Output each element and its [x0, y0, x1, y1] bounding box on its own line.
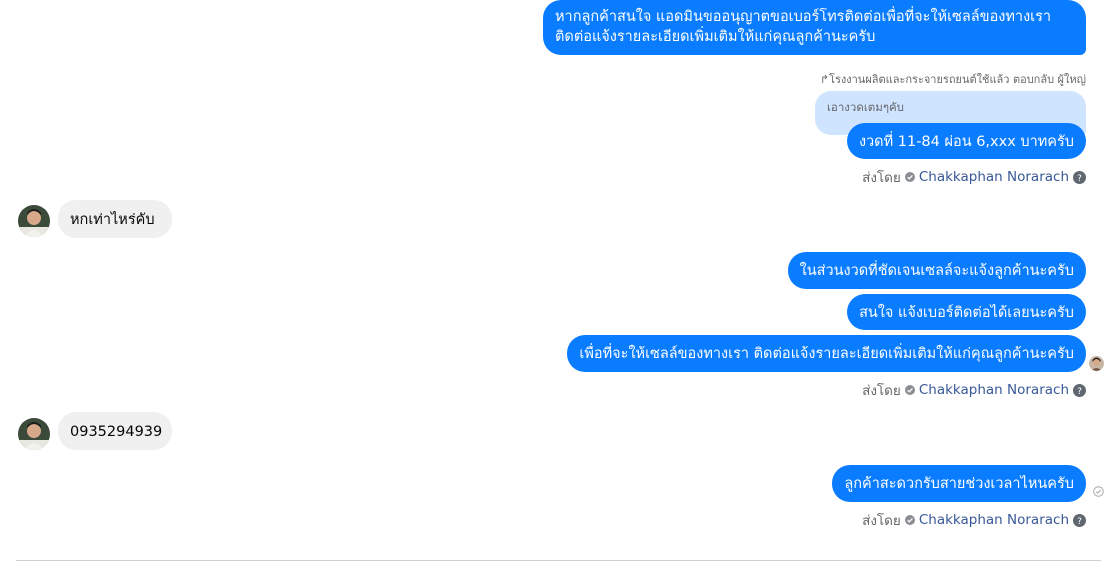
sent-by-prefix: ส่งโดย [862, 513, 901, 529]
message-bubble-incoming[interactable]: หกเท่าไหร่คับ [58, 200, 172, 238]
message-bubble-outgoing[interactable]: สนใจ แจ้งเบอร์ติดต่อได้เลยนะครับ [847, 294, 1086, 330]
svg-text:?: ? [1077, 387, 1082, 397]
reply-context-note: ↱โรงงานผลิตและกระจายรถยนต์ใช้แล้ว ตอบกลั… [820, 70, 1086, 88]
message-bubble-outgoing[interactable]: ลูกค้าสะดวกรับสายช่วงเวลาไหนครับ [832, 465, 1086, 502]
verified-check-icon [904, 172, 915, 182]
message-bubble-incoming[interactable]: 0935294939 [58, 412, 172, 450]
message-bubble-outgoing[interactable]: เพื่อที่จะให้เซลล์ของทางเรา ติดต่อแจ้งรา… [567, 335, 1086, 372]
message-text: งวดที่ 11-84 ผ่อน 6,xxx บาทครับ [858, 134, 1074, 150]
verified-check-icon [904, 385, 915, 395]
sent-by-label: ส่งโดย Chakkaphan Norarach ? [862, 166, 1086, 188]
reply-arrow-icon: ↱ [819, 73, 830, 86]
quoted-message-text: เอางวดเตมๆคับ [827, 100, 904, 114]
message-text: 0935294939 [70, 424, 163, 440]
contact-avatar[interactable] [18, 418, 50, 450]
read-receipt-icon [1093, 486, 1104, 497]
message-text: เพื่อที่จะให้เซลล์ของทางเรา ติดต่อแจ้งรา… [579, 346, 1074, 362]
message-text: หกเท่าไหร่คับ [70, 212, 155, 228]
svg-text:?: ? [1077, 517, 1082, 527]
message-text: สนใจ แจ้งเบอร์ติดต่อได้เลยนะครับ [859, 305, 1074, 321]
message-bubble-outgoing[interactable]: หากลูกค้าสนใจ แอดมินขออนุญาตขอเบอร์โทรติ… [543, 0, 1086, 55]
sent-by-prefix: ส่งโดย [862, 170, 901, 186]
sent-by-label: ส่งโดย Chakkaphan Norarach ? [862, 379, 1086, 401]
chat-thread: หากลูกค้าสนใจ แอดมินขออนุญาตขอเบอร์โทรติ… [0, 0, 1111, 562]
message-text: ในส่วนงวดที่ชัดเจนเซลล์จะแจ้งลูกค้านะครั… [799, 263, 1074, 279]
svg-text:?: ? [1077, 174, 1082, 184]
question-mark-icon[interactable]: ? [1073, 513, 1086, 527]
question-mark-icon[interactable]: ? [1073, 383, 1086, 397]
sent-by-prefix: ส่งโดย [862, 383, 901, 399]
sender-name[interactable]: Chakkaphan Norarach [919, 512, 1069, 528]
sender-name[interactable]: Chakkaphan Norarach [919, 169, 1069, 185]
message-text: หากลูกค้าสนใจ แอดมินขออนุญาตขอเบอร์โทรติ… [555, 9, 1052, 45]
message-bubble-outgoing[interactable]: งวดที่ 11-84 ผ่อน 6,xxx บาทครับ [846, 123, 1086, 159]
sent-by-label: ส่งโดย Chakkaphan Norarach ? [862, 509, 1086, 531]
verified-check-icon [904, 515, 915, 525]
composer-divider [16, 560, 1101, 561]
question-mark-icon[interactable]: ? [1073, 170, 1086, 184]
sender-name[interactable]: Chakkaphan Norarach [919, 382, 1069, 398]
contact-avatar[interactable] [18, 205, 50, 237]
reply-context-text: โรงงานผลิตและกระจายรถยนต์ใช้แล้ว ตอบกลับ… [829, 73, 1086, 86]
message-bubble-outgoing[interactable]: ในส่วนงวดที่ชัดเจนเซลล์จะแจ้งลูกค้านะครั… [787, 252, 1086, 289]
message-text: ลูกค้าสะดวกรับสายช่วงเวลาไหนครับ [844, 476, 1074, 492]
seen-by-avatar [1089, 356, 1104, 371]
